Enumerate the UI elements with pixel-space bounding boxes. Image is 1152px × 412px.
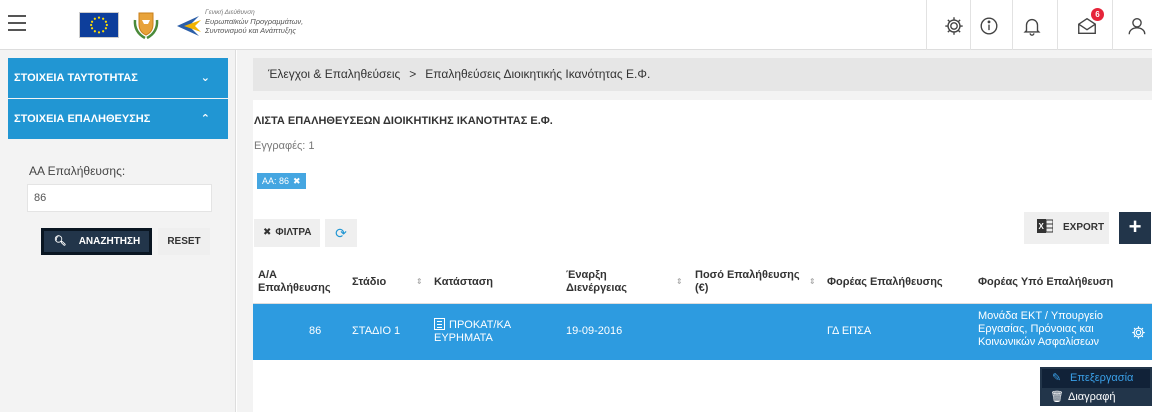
menu-item-delete[interactable]: 🗑︎ Διαγραφή (1040, 388, 1152, 407)
search-icon: 🔍︎ (54, 236, 67, 247)
add-button[interactable]: + (1119, 212, 1151, 244)
list-panel: ΛΙΣΤΑ ΕΠΑΛΗΘΕΥΣΕΩΝ ΔΙΟΙΚΗΤΙΚΗΣ ΙΚΑΝΟΤΗΤΑ… (253, 100, 1152, 412)
refresh-button[interactable]: ⟳ (325, 219, 357, 247)
divider (1057, 0, 1058, 50)
cell-start: 19-09-2016 (566, 325, 623, 337)
close-icon[interactable]: ✖ (293, 176, 301, 186)
record-count: Εγγραφές: 1 (254, 140, 315, 152)
divider (970, 0, 971, 50)
table-row[interactable]: 86 ΣΤΑΔΙΟ 1 ΠΡΟΚΑΤ/ΚΑ ΕΥΡΗΜΑΤΑ 19-09-201… (253, 304, 1152, 360)
breadcrumb: Έλεγχοι & Επαληθεύσεις > Επαληθεύσεις Διοι… (253, 58, 1152, 91)
divider (926, 0, 927, 50)
row-actions-gear-icon[interactable] (1131, 325, 1146, 340)
cell-aa: 86 (309, 325, 322, 337)
filter-chip[interactable]: ΑΑ: 86 ✖ (257, 173, 306, 189)
menu-item-edit[interactable]: ✎ Επεξεργασία (1042, 369, 1150, 388)
sort-icon[interactable]: ⇕ (416, 277, 423, 286)
chevron-up-icon: ⌃ (200, 113, 210, 125)
col-aa[interactable]: Α/Α Επαλήθευσης (258, 269, 331, 295)
notification-badge: 6 (1091, 8, 1104, 21)
bell-icon[interactable] (1021, 15, 1043, 37)
sort-icon[interactable]: ⇕ (676, 277, 683, 286)
gs-logo-text: Γενική Διεύθυνση Ευρωπαϊκών Προγραμμάτων,… (205, 9, 304, 35)
accordion-verification[interactable]: ΣΤΟΙΧΕΙΑ ΕΠΑΛΗΘΕΥΣΗΣ ⌃ (8, 99, 228, 139)
breadcrumb-separator: > (409, 67, 417, 81)
user-icon[interactable] (1126, 15, 1148, 37)
breadcrumb-current: Επαληθεύσεις Διοικητικής Ικανότητας Ε.Φ. (425, 67, 651, 81)
accordion-identity[interactable]: ΣΤΟΙΧΕΙΑ ΤΑΥΤΟΤΗΤΑΣ ⌄ (8, 58, 228, 98)
search-button[interactable]: 🔍︎ ΑΝΑΖΗΤΗΣΗ (41, 228, 152, 255)
reset-button[interactable]: RESET (158, 228, 210, 255)
sort-icon[interactable]: ⇕ (809, 277, 816, 286)
verification-id-input[interactable]: 86 (27, 184, 212, 212)
document-icon (434, 318, 445, 330)
export-button-label: EXPORT (1063, 222, 1105, 233)
breadcrumb-item[interactable]: Έλεγχοι & Επαληθεύσεις (268, 67, 400, 81)
settings-icon[interactable] (943, 15, 965, 37)
filters-button[interactable]: ✖ ΦΙΛΤΡΑ (254, 219, 320, 247)
chevron-down-icon: ⌄ (200, 72, 210, 84)
excel-icon: X (1037, 215, 1054, 233)
page-title: ΛΙΣΤΑ ΕΠΑΛΗΘΕΥΣΕΩΝ ΔΙΟΙΚΗΤΙΚΗΣ ΙΚΑΝΟΤΗΤΑ… (254, 115, 553, 127)
svg-text:X: X (1039, 222, 1045, 231)
eu-flag-logo (79, 12, 119, 38)
main-content: Έλεγχοι & Επαληθεύσεις > Επαληθεύσεις Διοι… (237, 50, 1152, 412)
close-icon: ✖ (263, 227, 272, 238)
verification-id-label: ΑΑ Επαλήθευσης: (29, 164, 126, 178)
col-status[interactable]: Κατάσταση (434, 276, 493, 289)
sidebar: ΣΤΟΙΧΕΙΑ ΤΑΥΤΟΤΗΤΑΣ ⌄ ΣΤΟΙΧΕΙΑ ΕΠΑΛΗΘΕΥΣ… (0, 50, 236, 412)
accordion-verification-label: ΣΤΟΙΧΕΙΑ ΕΠΑΛΗΘΕΥΣΗΣ (14, 113, 151, 125)
accordion-identity-label: ΣΤΟΙΧΕΙΑ ΤΑΥΤΟΤΗΤΑΣ (14, 72, 138, 84)
cell-stage: ΣΤΑΔΙΟ 1 (352, 325, 401, 337)
top-bar: Γενική Διεύθυνση Ευρωπαϊκών Προγραμμάτων,… (0, 0, 1152, 50)
col-target[interactable]: Φορέας Υπό Επαλήθευση (978, 276, 1113, 289)
col-amount[interactable]: Ποσό Επαλήθευσης (€) (695, 269, 800, 295)
col-body[interactable]: Φορέας Επαλήθευσης (827, 276, 943, 289)
menu-icon[interactable] (8, 15, 26, 33)
cell-body: ΓΔ ΕΠΣΑ (827, 325, 872, 337)
filters-button-label: ΦΙΛΤΡΑ (275, 227, 312, 238)
info-icon[interactable] (978, 15, 1000, 37)
row-context-menu: ✎ Επεξεργασία 🗑︎ Διαγραφή (1040, 367, 1152, 406)
menu-item-delete-label: Διαγραφή (1068, 391, 1116, 403)
export-button[interactable]: X EXPORT (1024, 212, 1109, 244)
search-button-label: ΑΝΑΖΗΤΗΣΗ (78, 236, 141, 247)
divider (1012, 0, 1013, 50)
refresh-icon: ⟳ (335, 225, 347, 241)
cell-status: ΠΡΟΚΑΤ/ΚΑ ΕΥΡΗΜΑΤΑ (434, 318, 512, 344)
col-start[interactable]: Έναρξη Διενέργειας (566, 269, 627, 295)
menu-item-edit-label: Επεξεργασία (1070, 372, 1134, 384)
col-stage[interactable]: Στάδιο (352, 276, 386, 289)
pencil-icon: ✎ (1052, 372, 1062, 384)
divider (1112, 0, 1113, 50)
trash-icon: 🗑︎ (1050, 391, 1064, 403)
cyprus-emblem-logo (131, 10, 161, 40)
cell-target: Μονάδα ΕΚΤ / Υπουργείο Εργασίας, Πρόνοια… (978, 310, 1103, 348)
table-header: Α/Α Επαλήθευσης Στάδιο ⇕ Κατάσταση Έναρξη… (253, 259, 1152, 304)
filter-chip-label: ΑΑ: 86 (262, 176, 290, 186)
